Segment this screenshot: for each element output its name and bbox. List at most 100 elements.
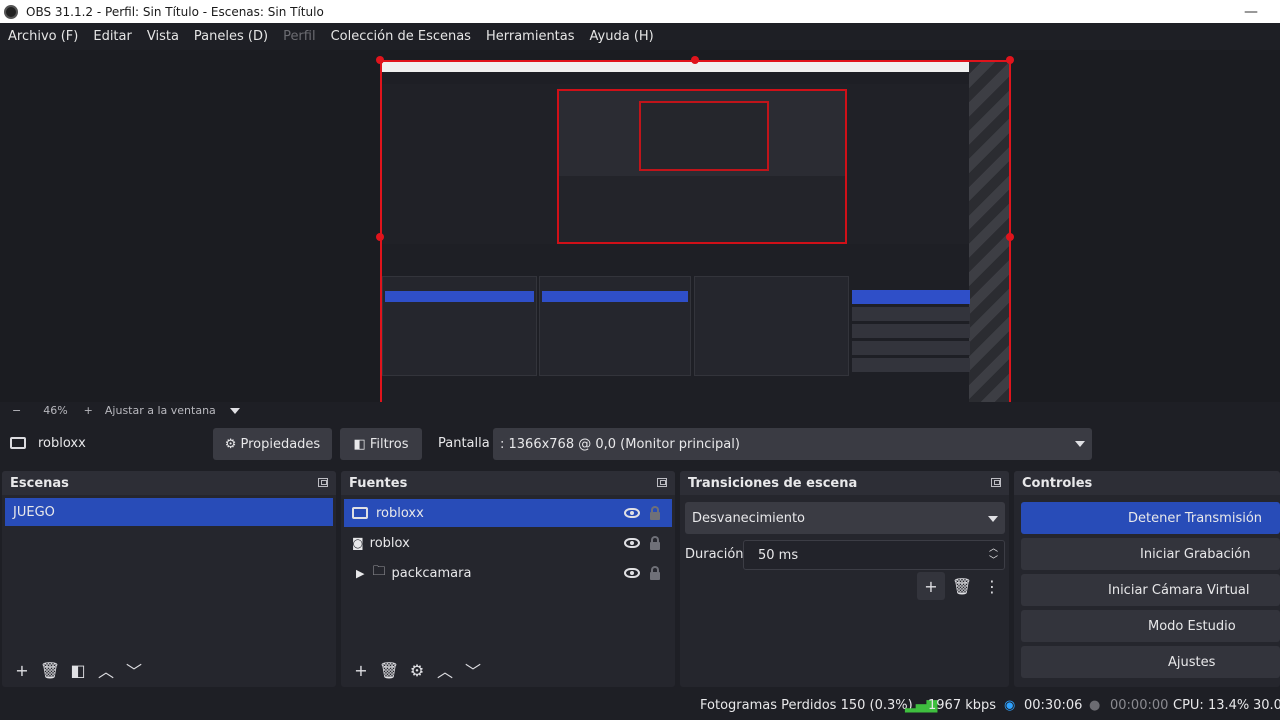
- more-options-icon[interactable]: ⋮: [978, 572, 1006, 600]
- filter-icon: ◧: [353, 436, 366, 452]
- move-down-icon[interactable]: ﹀: [120, 656, 148, 684]
- add-icon[interactable]: +: [917, 572, 945, 600]
- visibility-eye-icon[interactable]: [624, 538, 640, 548]
- scenes-footer: + 🗑 ◧ ︿ ﹀: [2, 653, 336, 687]
- source-item-label: packcamara: [391, 565, 472, 581]
- sources-header: Fuentes: [341, 471, 675, 495]
- stop-streaming-label: Detener Transmisión: [1128, 510, 1263, 526]
- source-item-roblox[interactable]: ◙ roblox: [344, 529, 672, 557]
- zoom-bar: − 46% + Ajustar a la ventana: [0, 402, 1280, 419]
- preview-area[interactable]: [0, 50, 1280, 402]
- start-recording-label: Iniciar Grabación: [1140, 546, 1251, 562]
- selected-source-name: robloxx: [38, 436, 86, 451]
- menu-editar[interactable]: Editar: [93, 29, 132, 44]
- gear-icon[interactable]: ⚙: [403, 656, 431, 684]
- duration-input[interactable]: 50 ms ︿ ﹀: [743, 540, 1005, 570]
- source-item-label: roblox: [369, 535, 410, 551]
- title-bar: OBS 31.1.2 - Perfil: Sin Título - Escena…: [0, 0, 1280, 23]
- float-icon[interactable]: [318, 478, 328, 487]
- dropped-frames: Fotogramas Perdidos 150 (0.3%): [700, 698, 913, 713]
- zoom-level: 46%: [43, 404, 68, 417]
- float-icon[interactable]: [991, 478, 1001, 487]
- live-indicator-icon: ◉: [1004, 698, 1016, 713]
- resize-handle-top-right[interactable]: [1006, 56, 1014, 64]
- trash-icon[interactable]: 🗑: [375, 656, 403, 684]
- minimize-button[interactable]: —: [1244, 4, 1258, 20]
- display-value: : 1366x768 @ 0,0 (Monitor principal): [500, 436, 740, 452]
- transitions-dock: Transiciones de escena Desvanecimiento D…: [680, 471, 1009, 687]
- lock-icon[interactable]: [650, 536, 660, 550]
- gamepad-icon: ◙: [352, 536, 364, 550]
- start-recording-button[interactable]: Iniciar Grabación: [1021, 538, 1280, 570]
- preview-canvas[interactable]: [380, 60, 1011, 402]
- monitor-icon: [10, 437, 26, 449]
- record-time: 00:00:00: [1110, 698, 1169, 713]
- source-toolbar: robloxx ⚙ Propiedades ◧ Filtros Pantalla…: [0, 422, 1280, 467]
- lock-icon[interactable]: [650, 566, 660, 580]
- move-down-icon[interactable]: ﹀: [459, 656, 487, 684]
- add-icon[interactable]: +: [8, 656, 36, 684]
- resize-handle-right[interactable]: [1006, 233, 1014, 241]
- menu-archivo[interactable]: Archivo (F): [8, 29, 78, 44]
- controls-header: Controles: [1014, 471, 1280, 495]
- sources-footer: + 🗑 ⚙ ︿ ﹀: [341, 653, 675, 687]
- scene-item[interactable]: JUEGO: [5, 498, 333, 526]
- scenes-title: Escenas: [10, 475, 69, 491]
- expand-arrow-icon[interactable]: ▶: [356, 567, 364, 580]
- add-icon[interactable]: +: [347, 656, 375, 684]
- properties-button[interactable]: ⚙ Propiedades: [213, 428, 332, 460]
- stream-time: 00:30:06: [1024, 698, 1083, 713]
- window-title: OBS 31.1.2 - Perfil: Sin Título - Escena…: [26, 4, 324, 19]
- menu-herramientas[interactable]: Herramientas: [486, 29, 575, 44]
- visibility-eye-icon[interactable]: [624, 508, 640, 518]
- fit-to-window-button[interactable]: Ajustar a la ventana: [105, 404, 216, 417]
- transition-select[interactable]: Desvanecimiento: [685, 502, 1005, 534]
- transitions-header: Transiciones de escena: [680, 471, 1009, 495]
- menu-vista[interactable]: Vista: [147, 29, 179, 44]
- status-bar: Fotogramas Perdidos 150 (0.3%) ▂▄▆ 1967 …: [0, 690, 1280, 720]
- move-up-icon[interactable]: ︿: [431, 656, 459, 684]
- transition-select-value: Desvanecimiento: [692, 510, 806, 526]
- bitrate: 1967 kbps: [928, 698, 997, 713]
- settings-button[interactable]: Ajustes: [1021, 646, 1280, 678]
- zoom-dropdown-icon[interactable]: [229, 407, 240, 414]
- resize-handle-left[interactable]: [376, 233, 384, 241]
- chevron-down-icon[interactable]: [988, 516, 998, 522]
- menu-bar: Archivo (F) Editar Vista Paneles (D) Per…: [0, 23, 1280, 50]
- zoom-out-button[interactable]: −: [12, 404, 21, 417]
- menu-paneles[interactable]: Paneles (D): [194, 29, 268, 44]
- move-up-icon[interactable]: ︿: [92, 656, 120, 684]
- stop-streaming-button[interactable]: Detener Transmisión: [1021, 502, 1280, 534]
- duration-value: 50 ms: [758, 547, 799, 563]
- menu-ayuda[interactable]: Ayuda (H): [590, 29, 654, 44]
- folder-icon: 🗀: [372, 564, 386, 579]
- source-item-robloxx[interactable]: robloxx: [344, 499, 672, 527]
- filters-icon[interactable]: ◧: [64, 656, 92, 684]
- settings-label: Ajustes: [1168, 654, 1216, 670]
- resize-handle-top[interactable]: [691, 56, 699, 64]
- display-select[interactable]: : 1366x768 @ 0,0 (Monitor principal): [493, 428, 1092, 460]
- source-item-packcamara[interactable]: ▶ 🗀 packcamara: [344, 559, 672, 587]
- visibility-eye-icon[interactable]: [624, 568, 640, 578]
- lock-icon[interactable]: [650, 506, 660, 520]
- fps: 30.0: [1253, 698, 1280, 713]
- selection-bounds: [380, 60, 1011, 402]
- properties-label: Propiedades: [240, 436, 321, 452]
- source-item-label: robloxx: [376, 505, 424, 521]
- zoom-in-button[interactable]: +: [84, 404, 93, 417]
- studio-mode-button[interactable]: Modo Estudio: [1021, 610, 1280, 642]
- monitor-icon: [352, 507, 368, 519]
- duration-label: Duración: [685, 547, 744, 562]
- record-indicator-icon: ●: [1089, 698, 1101, 713]
- trash-icon[interactable]: 🗑: [948, 572, 976, 600]
- scenes-dock: Escenas JUEGO + 🗑 ◧ ︿ ﹀: [2, 471, 336, 687]
- float-icon[interactable]: [657, 478, 667, 487]
- menu-perfil[interactable]: Perfil: [283, 29, 316, 44]
- start-virtual-camera-button[interactable]: Iniciar Cámara Virtual: [1021, 574, 1280, 606]
- menu-coleccion-escenas[interactable]: Colección de Escenas: [331, 29, 471, 44]
- resize-handle-top-left[interactable]: [376, 56, 384, 64]
- trash-icon[interactable]: 🗑: [36, 656, 64, 684]
- spin-arrows-icon[interactable]: ︿ ﹀: [989, 543, 998, 567]
- chevron-down-icon[interactable]: [1075, 441, 1085, 447]
- filters-button[interactable]: ◧ Filtros: [340, 428, 422, 460]
